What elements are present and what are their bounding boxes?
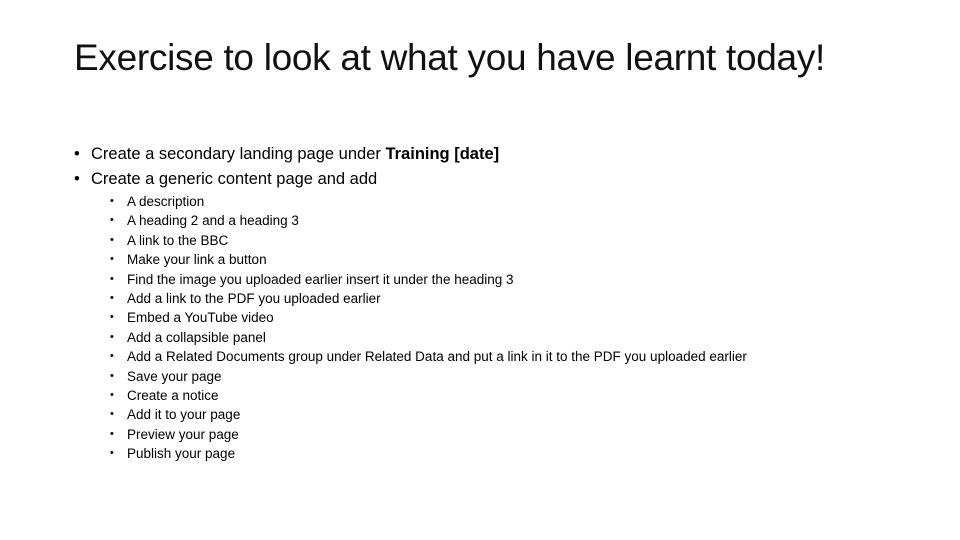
sub-bullet-item: • Add a Related Documents group under Rel… xyxy=(110,347,747,366)
sub-bullet-item: • A heading 2 and a heading 3 xyxy=(110,211,747,230)
sub-bullet-item: • Make your link a button xyxy=(110,250,747,269)
sub-bullet-item: • Publish your page xyxy=(110,444,747,463)
bullet-icon: • xyxy=(110,350,114,363)
sub-bullet-text: Find the image you uploaded earlier inse… xyxy=(127,271,514,287)
sub-bullet-list: • A description • A heading 2 and a heading… xyxy=(110,192,747,463)
bullet-bold-text: Training [date] xyxy=(385,145,500,163)
sub-bullet-item: • Add it to your page xyxy=(110,405,747,424)
bullet-icon: • xyxy=(110,311,114,324)
bullet-icon: • xyxy=(74,145,80,163)
bullet-item: • Create a generic content page and add xyxy=(74,167,499,192)
bullet-icon: • xyxy=(110,272,114,285)
sub-bullet-item: • Embed a YouTube video xyxy=(110,308,747,327)
sub-bullet-item: • Preview your page xyxy=(110,425,747,444)
bullet-icon: • xyxy=(110,233,114,246)
bullet-text: Create a secondary landing page under xyxy=(91,145,386,163)
main-bullet-list: • Create a secondary landing page under … xyxy=(74,142,499,192)
bullet-icon: • xyxy=(110,369,114,382)
slide-title: Exercise to look at what you have learnt… xyxy=(74,37,825,78)
sub-bullet-text: Save your page xyxy=(127,368,222,384)
sub-bullet-text: Add a Related Documents group under Rela… xyxy=(127,349,747,365)
bullet-item: • Create a secondary landing page under … xyxy=(74,142,499,167)
bullet-icon: • xyxy=(74,170,80,188)
sub-bullet-text: Create a notice xyxy=(127,387,219,403)
bullet-icon: • xyxy=(110,330,114,343)
sub-bullet-item: • A description xyxy=(110,192,747,211)
sub-bullet-item: • Save your page xyxy=(110,367,747,386)
bullet-text: Create a generic content page and add xyxy=(91,170,378,188)
bullet-icon: • xyxy=(110,291,114,304)
bullet-icon: • xyxy=(110,427,114,440)
sub-bullet-item: • Create a notice xyxy=(110,386,747,405)
bullet-icon: • xyxy=(110,408,114,421)
sub-bullet-text: A description xyxy=(127,194,205,209)
sub-bullet-item: • Add a collapsible panel xyxy=(110,328,747,347)
sub-bullet-item: • Find the image you uploaded earlier ins… xyxy=(110,270,747,289)
sub-bullet-text: A link to the BBC xyxy=(127,232,229,248)
sub-bullet-item: • Add a link to the PDF you uploaded earl… xyxy=(110,289,747,308)
sub-bullet-text: Preview your page xyxy=(127,426,239,442)
bullet-icon: • xyxy=(110,253,114,266)
bullet-icon: • xyxy=(110,388,114,401)
sub-bullet-text: Publish your page xyxy=(127,446,236,462)
sub-bullet-text: Add it to your page xyxy=(127,407,241,423)
sub-bullet-text: Make your link a button xyxy=(127,252,267,268)
sub-bullet-text: Add a collapsible panel xyxy=(127,329,266,345)
sub-bullet-text: Add a link to the PDF you uploaded earli… xyxy=(127,290,381,306)
sub-bullet-text: Embed a YouTube video xyxy=(127,310,274,326)
sub-bullet-item: • A link to the BBC xyxy=(110,231,747,250)
bullet-icon: • xyxy=(110,195,114,207)
bullet-icon: • xyxy=(110,447,114,460)
bullet-icon: • xyxy=(110,214,114,227)
sub-bullet-text: A heading 2 and a heading 3 xyxy=(127,213,299,229)
